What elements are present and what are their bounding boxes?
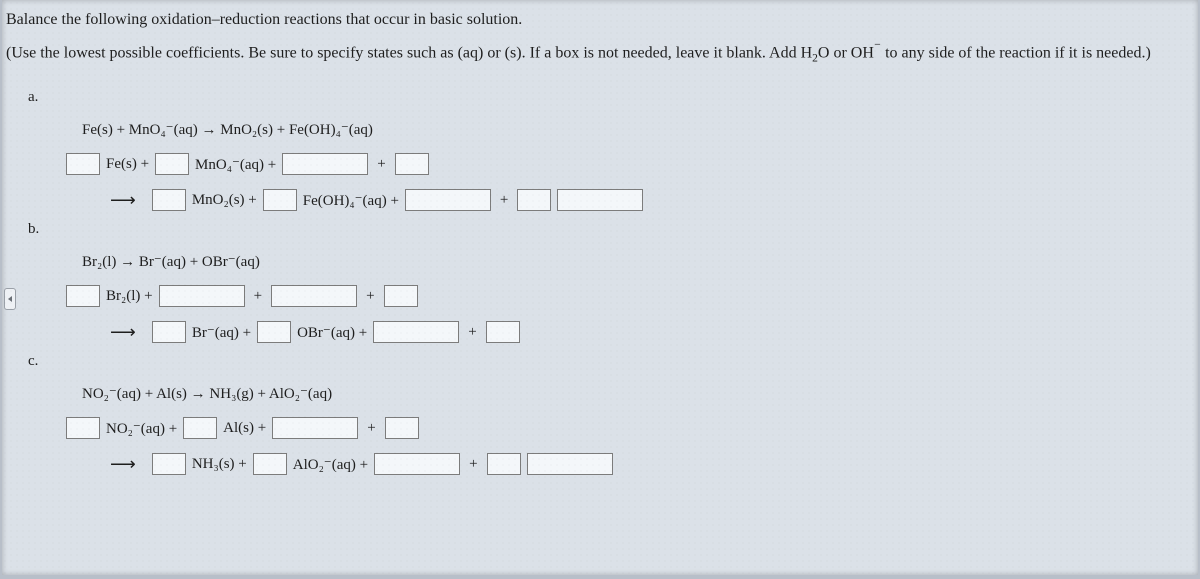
b-br2-coef[interactable]	[66, 285, 100, 307]
c-al-label: Al(s) +	[223, 420, 266, 437]
part-a-equation: Fe(s) + MnO₄⁻(aq) → MnO₂(s) + Fe(OH)₄⁻(a…	[2, 120, 1198, 139]
c-alo2-coef[interactable]	[253, 453, 287, 475]
c-al-coef[interactable]	[183, 417, 217, 439]
arrow-icon: ⟶	[110, 322, 138, 343]
c-no2-coef[interactable]	[66, 417, 100, 439]
c-prod-extra-species-2[interactable]	[527, 453, 613, 475]
part-b-products-row: ⟶ Br⁻(aq) + OBr⁻(aq) + +	[2, 321, 1198, 343]
a-mno4-coef[interactable]	[155, 153, 189, 175]
a-feoh4-coef[interactable]	[263, 189, 297, 211]
a-prod-extra-species-2[interactable]	[557, 189, 643, 211]
instr2-oh: O or OH	[818, 45, 874, 62]
a-mno2-label: MnO₂(s) +	[192, 192, 257, 209]
part-a-products-row: ⟶ MnO₂(s) + Fe(OH)₄⁻(aq) + +	[2, 189, 1198, 211]
part-c-reactants-row: NO₂⁻(aq) + Al(s) + +	[2, 417, 1198, 439]
b-prod-extra-species[interactable]	[373, 321, 459, 343]
a-react-extra-species[interactable]	[282, 153, 368, 175]
a-fe-coef[interactable]	[66, 153, 100, 175]
b-prod-extra-coef[interactable]	[486, 321, 520, 343]
a-react-extra-coef[interactable]	[395, 153, 429, 175]
a-react-plus: +	[377, 156, 385, 173]
b-react-extra-species-2[interactable]	[271, 285, 357, 307]
worksheet-page: Balance the following oxidation–reductio…	[2, 0, 1198, 575]
part-b-equation: Br₂(l) → Br⁻(aq) + OBr⁻(aq)	[2, 252, 1198, 271]
arrow-icon: ⟶	[110, 454, 138, 475]
c-nh3-coef[interactable]	[152, 453, 186, 475]
b-br-label: Br⁻(aq) +	[192, 323, 251, 342]
c-nh3-label: NH₃(s) +	[192, 456, 247, 473]
instruction-line-2: (Use the lowest possible coefficients. B…	[6, 37, 1192, 67]
instr2-tail: to any side of the reaction if it is nee…	[881, 45, 1151, 62]
c-react-extra-coef[interactable]	[385, 417, 419, 439]
part-a-reactants-row: Fe(s) + MnO₄⁻(aq) + +	[2, 153, 1198, 175]
c-react-plus: +	[367, 420, 375, 437]
part-a-label: a.	[2, 89, 1198, 106]
a-feoh4-label: Fe(OH)₄⁻(aq) +	[303, 191, 399, 210]
arrow-icon: ⟶	[110, 190, 138, 211]
a-prod-extra-coef[interactable]	[517, 189, 551, 211]
a-mno4-label: MnO₄⁻(aq) +	[195, 155, 276, 174]
b-br-coef[interactable]	[152, 321, 186, 343]
instructions: Balance the following oxidation–reductio…	[2, 0, 1198, 79]
instruction-line-1: Balance the following oxidation–reductio…	[6, 8, 1192, 31]
c-alo2-label: AlO₂⁻(aq) +	[293, 455, 368, 474]
c-prod-extra-species-1[interactable]	[374, 453, 460, 475]
scroll-left-hint[interactable]	[4, 288, 16, 310]
a-mno2-coef[interactable]	[152, 189, 186, 211]
a-prod-plus-1: +	[500, 192, 508, 209]
b-react-plus-2: +	[366, 288, 374, 305]
c-no2-label: NO₂⁻(aq) +	[106, 419, 177, 438]
a-prod-extra-species-1[interactable]	[405, 189, 491, 211]
a-fe-label: Fe(s) +	[106, 156, 149, 173]
c-prod-extra-coef[interactable]	[487, 453, 521, 475]
b-br2-label: Br₂(l) +	[106, 288, 153, 305]
part-c-products-row: ⟶ NH₃(s) + AlO₂⁻(aq) + +	[2, 453, 1198, 475]
b-react-plus-1: +	[254, 288, 262, 305]
instr2-pre: (Use the lowest possible coefficients. B…	[6, 45, 812, 62]
b-prod-plus: +	[468, 324, 476, 341]
c-prod-plus: +	[469, 456, 477, 473]
c-react-extra-species[interactable]	[272, 417, 358, 439]
b-react-extra-coef[interactable]	[384, 285, 418, 307]
part-b-reactants-row: Br₂(l) + + +	[2, 285, 1198, 307]
part-b-label: b.	[2, 221, 1198, 238]
b-obr-label: OBr⁻(aq) +	[297, 323, 367, 342]
b-react-extra-species-1[interactable]	[159, 285, 245, 307]
b-obr-coef[interactable]	[257, 321, 291, 343]
part-c-equation: NO₂⁻(aq) + Al(s) → NH₃(g) + AlO₂⁻(aq)	[2, 384, 1198, 403]
part-c-label: c.	[2, 353, 1198, 370]
